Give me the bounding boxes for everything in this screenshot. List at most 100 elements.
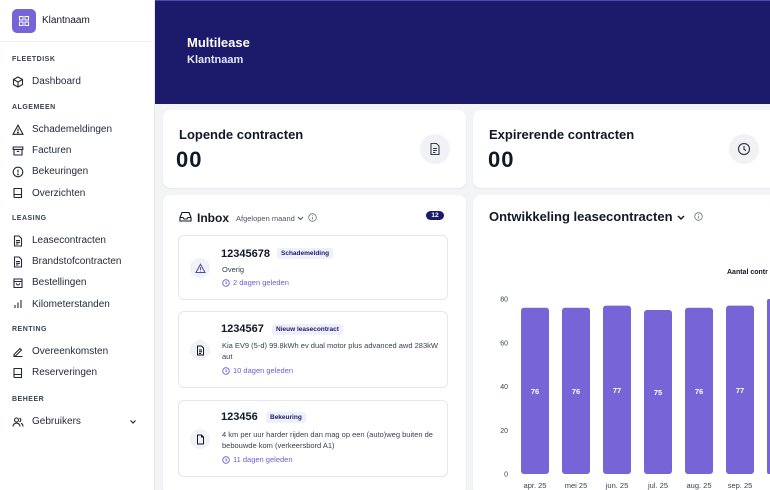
message-time-label: 2 dagen geleden xyxy=(233,278,289,287)
message-id: 123456 xyxy=(221,411,258,423)
message-time: 2 dagen geleden xyxy=(222,278,289,287)
sidebar-item-reserveringen[interactable]: Reserveringen xyxy=(0,362,155,383)
message-body: 4 km per uur harder rijden dan mag op ee… xyxy=(222,430,433,450)
file-icon xyxy=(190,429,210,449)
brand[interactable]: Klantnaam xyxy=(0,0,154,42)
sidebar-item-label: Gebruikers xyxy=(32,416,81,427)
chart-title: Ontwikkeling leasecontracten xyxy=(489,209,673,224)
chart-title-dropdown[interactable]: Ontwikkeling leasecontracten xyxy=(489,209,703,224)
brand-name: Klantnaam xyxy=(42,15,90,26)
clock-icon xyxy=(729,134,759,164)
x-tick-label: aug. 25 xyxy=(686,481,711,490)
chevron-down-icon[interactable] xyxy=(128,417,138,427)
message-tag: Bekeuring xyxy=(266,412,306,423)
bar-value-label: 75 xyxy=(654,388,662,397)
sidebar-item-brandstofcontracten[interactable]: Brandstofcontracten xyxy=(0,251,155,272)
sidebar-item-label: Bekeuringen xyxy=(32,166,89,178)
inbox-card: Inbox Afgelopen maand 12 12345678 Schade… xyxy=(163,195,466,490)
kpi-card-lopende: Lopende contracten 00 xyxy=(163,110,466,188)
inbox-title: Inbox xyxy=(197,211,229,225)
sidebar: Klantnaam FLEETDISK Dashboard ALGEMEEN Scha… xyxy=(0,0,155,490)
message-time-label: 11 dagen geleden xyxy=(233,455,293,464)
sidebar-section-title: BEHEER xyxy=(12,396,45,403)
grid-icon xyxy=(12,8,36,33)
inbox-icon xyxy=(179,209,192,227)
message-time: 11 dagen geleden xyxy=(222,455,293,464)
sidebar-item-gebruikers[interactable]: Gebruikers xyxy=(0,411,155,432)
inbox-message[interactable]: 1234567 Nieuw leasecontract Kia EV9 (5-d… xyxy=(178,311,448,388)
kpi-value: 00 xyxy=(488,147,515,172)
users-icon xyxy=(12,416,24,428)
chart-card: 0 20 40 60 80 76 apr. 25 76 mei 25 77 jun. 25 75 jul… xyxy=(473,195,770,490)
kpi-value: 00 xyxy=(176,147,203,172)
message-tag: Schademelding xyxy=(277,248,334,259)
sidebar-section-title: LEASING xyxy=(12,215,47,222)
y-tick-label: 20 xyxy=(500,428,508,435)
kpi-title: Expirerende contracten xyxy=(489,127,635,142)
sidebar-item-label: Overzichten xyxy=(32,187,86,199)
message-id: 1234567 xyxy=(221,323,264,335)
x-tick-label: jul. 25 xyxy=(647,481,668,490)
message-time-label: 10 dagen geleden xyxy=(233,366,294,375)
sidebar-item-label: Dashboard xyxy=(32,76,81,87)
chevron-down-icon xyxy=(673,209,685,224)
warning-icon xyxy=(190,258,210,278)
info-icon[interactable] xyxy=(308,209,317,227)
sidebar-item-leasecontracten[interactable]: Leasecontracten xyxy=(0,230,155,251)
inbox-message[interactable]: 123456 Bekeuring 4 km per uur harder rij… xyxy=(178,400,448,477)
bar-value-label: 77 xyxy=(736,386,744,395)
sidebar-item-label: Brandstofcontracten xyxy=(32,256,122,268)
bar-value-label: 77 xyxy=(613,386,621,395)
document-icon xyxy=(190,340,210,360)
sidebar-item-label: Reserveringen xyxy=(32,367,98,379)
clock-icon xyxy=(222,278,230,287)
message-body: Kia EV9 (5-d) 99.8kWh ev dual motor plus… xyxy=(222,341,438,361)
x-tick-label: mei 25 xyxy=(565,481,588,490)
kpi-card-expirerende: Expirerende contracten 00 xyxy=(473,110,770,188)
sidebar-item-facturen[interactable]: Facturen xyxy=(0,140,155,161)
chart-legend: Aantal contr xyxy=(727,269,768,276)
sidebar-section-title: RENTING xyxy=(12,326,47,333)
inbox-filter-label: Afgelopen maand xyxy=(236,213,295,223)
document-icon xyxy=(420,134,450,164)
message-body: Overig xyxy=(222,265,245,274)
archive-icon xyxy=(12,145,24,157)
page-title: Multilease xyxy=(187,35,250,50)
message-time: 10 dagen geleden xyxy=(222,366,293,375)
inbox-message[interactable]: 12345678 Schademelding Overig 2 dagen ge… xyxy=(178,235,448,300)
kpi-title: Lopende contracten xyxy=(179,127,304,142)
message-id: 12345678 xyxy=(221,248,270,260)
inbox-count-badge: 12 xyxy=(426,211,444,220)
info-icon[interactable] xyxy=(690,209,703,224)
signature-icon xyxy=(12,346,24,358)
sidebar-item-overeenkomsten[interactable]: Overeenkomsten xyxy=(0,341,155,362)
x-tick-label: sep. 25 xyxy=(728,481,753,490)
y-tick-label: 80 xyxy=(500,297,508,304)
clock-icon xyxy=(222,366,230,375)
chart: 0 20 40 60 80 76 apr. 25 76 mei 25 77 jun. 25 75 jul… xyxy=(500,297,770,490)
bar-value-label: 76 xyxy=(695,387,703,396)
clock-icon xyxy=(222,455,230,464)
bar-chart-icon xyxy=(12,298,24,310)
header-banner: Multilease Klantnaam xyxy=(155,0,770,104)
sidebar-item-kilometerstanden[interactable]: Kilometerstanden xyxy=(0,294,155,315)
book-icon xyxy=(12,187,24,199)
sidebar-item-schademeldingen[interactable]: Schademeldingen xyxy=(0,119,155,140)
y-tick-label: 40 xyxy=(500,384,508,391)
message-tag: Nieuw leasecontract xyxy=(272,324,343,335)
sidebar-item-bekeuringen[interactable]: Bekeuringen xyxy=(0,161,155,182)
sidebar-item-dashboard[interactable]: Dashboard xyxy=(0,71,155,92)
sidebar-item-label: Leasecontracten xyxy=(32,235,106,246)
book-icon xyxy=(12,367,24,379)
sidebar-item-overzichten[interactable]: Overzichten xyxy=(0,183,155,204)
warning-icon xyxy=(12,123,24,136)
inbox-filter-dropdown[interactable]: Afgelopen maand xyxy=(236,214,304,223)
alert-circle-icon xyxy=(12,166,24,178)
chevron-down-icon xyxy=(295,214,304,223)
sidebar-item-label: Facturen xyxy=(32,145,72,157)
sidebar-item-bestellingen[interactable]: Bestellingen xyxy=(0,272,155,293)
document-icon xyxy=(12,256,24,268)
bar-value-label: 76 xyxy=(572,387,580,396)
x-tick-label: jun. 25 xyxy=(605,481,629,490)
bar-value-label: 76 xyxy=(531,387,539,396)
